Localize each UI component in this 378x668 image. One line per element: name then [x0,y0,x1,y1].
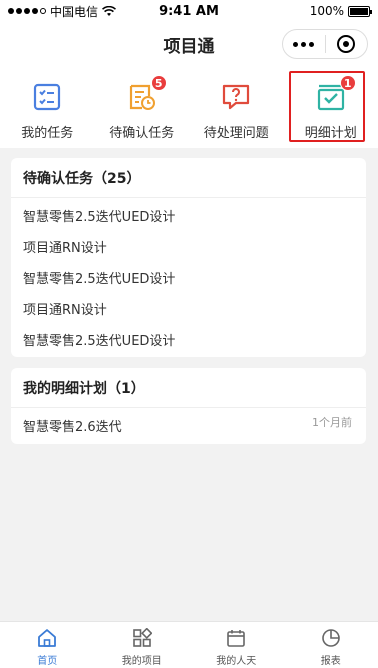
task-item[interactable]: 智慧零售2.5迭代UED设计 [11,262,366,293]
quick-item-label: 待确认任务 [109,126,175,141]
home-icon [38,629,57,647]
quick-item-detail-plan[interactable]: 1 明细计划 [284,66,378,148]
signal-icon [8,8,46,14]
tab-bar: 首页 我的项目 我的人天 报表 [0,621,378,668]
pie-chart-icon [321,629,340,647]
task-item[interactable]: 智慧零售2.5迭代UED设计 [11,324,366,355]
close-button[interactable] [326,30,368,58]
status-bar: 中国电信 9:41 AM 100% [0,0,378,22]
tab-label: 首页 [37,656,58,667]
tab-my-man-days[interactable]: 我的人天 [189,622,284,668]
task-item[interactable]: 项目通RN设计 [11,293,366,324]
tab-label: 我的项目 [121,656,162,667]
status-right: 100% [309,4,372,18]
quick-item-label: 明细计划 [304,126,357,141]
tab-home[interactable]: 首页 [0,622,95,668]
battery-icon [348,5,372,17]
task-list-icon [34,83,61,111]
plan-count-badge: 1 [339,75,356,91]
question-chat-icon [223,84,250,110]
nav-bar: 项目通 [0,22,378,66]
tab-my-projects[interactable]: 我的项目 [95,622,190,668]
page-title: 项目通 [163,36,215,57]
mini-program-capsule [282,29,368,59]
target-icon [337,35,356,53]
pending-tasks-card: 待确认任务（25） 智慧零售2.5迭代UED设计 项目通RN设计 智慧零售2.5… [11,158,366,357]
quick-item-pending-issues[interactable]: 待处理问题 [189,66,284,148]
quick-item-pending-confirm[interactable]: 5 待确认任务 [95,66,190,148]
calendar-icon [227,630,246,647]
task-item[interactable]: 智慧零售2.5迭代UED设计 [11,200,366,231]
my-plans-header[interactable]: 我的明细计划（1） [11,368,366,408]
pending-count-badge: 5 [150,75,167,91]
carrier-label: 中国电信 [50,4,99,19]
plan-title: 智慧零售2.6迭代 [23,420,122,435]
task-item[interactable]: 项目通RN设计 [11,231,366,262]
quick-item-my-tasks[interactable]: 我的任务 [0,66,95,148]
plan-item[interactable]: 智慧零售2.6迭代 1个月前 [11,408,366,443]
plan-time: 1个月前 [312,415,352,429]
grid-icon [132,628,152,647]
more-dots-icon [293,41,315,47]
pending-tasks-header[interactable]: 待确认任务（25） [11,158,366,198]
battery-percent: 100% [309,4,344,18]
tab-reports[interactable]: 报表 [284,622,378,668]
quick-item-label: 我的任务 [21,126,74,141]
quick-menu: 我的任务 5 待确认任务 待处理问题 1 明细计划 [0,66,378,148]
more-button[interactable] [283,30,325,58]
my-plans-card: 我的明细计划（1） 智慧零售2.6迭代 1个月前 [11,368,366,444]
status-left: 中国电信 [8,3,117,20]
wifi-icon [102,5,117,16]
quick-item-label: 待处理问题 [203,126,269,141]
tab-label: 我的人天 [216,656,257,667]
tab-label: 报表 [320,656,341,667]
